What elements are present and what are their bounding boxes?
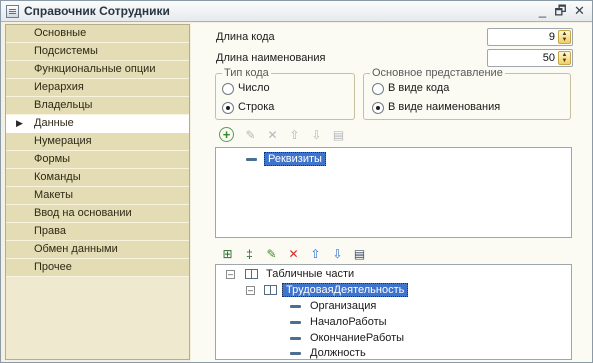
selected-arrow-icon: ▶ [16, 118, 23, 128]
move-down-icon[interactable]: ⇩ [308, 127, 325, 144]
sidebar-item-label: Макеты [34, 189, 74, 201]
tree-item-label: НачалоРаботы [310, 316, 387, 328]
attribute-icon [246, 158, 257, 161]
code-type-number-label[interactable]: Число [238, 82, 270, 94]
tree-item-label: Организация [310, 300, 377, 312]
sidebar-item-label: Права [34, 225, 66, 237]
data-settings-panel: Длина кода 9 ▲ ▼ Длина наименования 50 ▲ ▼… [191, 23, 592, 362]
spin-arrows-icon[interactable]: ▲ ▼ [558, 51, 571, 65]
add-icon[interactable]: + [219, 127, 234, 142]
code-type-string-radio[interactable] [222, 102, 234, 114]
title-bar: Справочник Сотрудники _ 🗗 ✕ [1, 1, 592, 22]
code-length-value: 9 [548, 31, 555, 43]
collapse-icon[interactable]: – [246, 286, 255, 295]
tree-item-labor-activity[interactable]: – ТрудоваяДеятельность [246, 283, 409, 299]
tree-item-label: Реквизиты [264, 152, 326, 166]
tabular-toolbar: ⊞ ‡ ✎ ✕ ⇧ ⇩ ▤ [219, 246, 419, 264]
tree-item-tabular-sections[interactable]: – Табличные части [226, 267, 354, 283]
code-type-number-radio[interactable] [222, 83, 234, 95]
sidebar-item-label: Нумерация [34, 135, 92, 147]
sidebar-item-subsystems[interactable]: Подсистемы [6, 43, 189, 61]
sort-icon[interactable]: ▤ [351, 246, 368, 263]
name-length-value: 50 [542, 52, 555, 64]
tree-item-label: Табличные части [266, 268, 355, 280]
sidebar-item-label: Прочее [34, 261, 72, 273]
attributes-toolbar: + ✎ ✕ ⇧ ⇩ ▤ [219, 127, 379, 145]
tree-item-column[interactable]: ОкончаниеРаботы [290, 331, 404, 347]
attribute-icon [290, 321, 301, 324]
tree-item-label: ТрудоваяДеятельность [282, 283, 409, 297]
collapse-icon[interactable]: – [226, 270, 235, 279]
code-length-field[interactable]: 9 ▲ ▼ [487, 28, 573, 46]
name-length-label: Длина наименования [216, 52, 326, 64]
sidebar-item-label: Формы [34, 153, 71, 165]
sidebar-item-data[interactable]: ▶ Данные [6, 115, 189, 133]
sidebar-item-label: Подсистемы [34, 45, 98, 57]
tree-item-column[interactable]: НачалоРаботы [290, 315, 387, 331]
edit-icon[interactable]: ✎ [263, 246, 280, 263]
code-length-label: Длина кода [216, 31, 275, 43]
sidebar-item-label: Основные [34, 27, 87, 39]
tree-item-column[interactable]: Организация [290, 299, 376, 315]
sidebar-item-rights[interactable]: Права [6, 223, 189, 241]
attribute-icon [290, 305, 301, 308]
sidebar-item-label: Ввод на основании [34, 207, 132, 219]
code-type-title: Тип кода [222, 67, 271, 79]
minimize-button[interactable]: _ [534, 3, 551, 19]
close-button[interactable]: ✕ [571, 3, 588, 19]
sort-icon[interactable]: ▤ [330, 127, 347, 144]
sidebar-item-input-based-on[interactable]: Ввод на основании [6, 205, 189, 223]
sidebar-item-commands[interactable]: Команды [6, 169, 189, 187]
sidebar-item-templates[interactable]: Макеты [6, 187, 189, 205]
sidebar-item-main[interactable]: Основные [6, 25, 189, 43]
sidebar-item-label: Обмен данными [34, 243, 118, 255]
delete-icon[interactable]: ✕ [285, 246, 302, 263]
main-presentation-title: Основное представление [370, 67, 505, 79]
present-as-name-label[interactable]: В виде наименования [388, 101, 500, 113]
move-up-icon[interactable]: ⇧ [286, 127, 303, 144]
edit-icon[interactable]: ✎ [242, 127, 259, 144]
tabular-sections-tree[interactable]: – Табличные части – ТрудоваяДеятельность… [215, 264, 572, 360]
tree-item-column[interactable]: Должность [290, 346, 366, 362]
attribute-icon [290, 337, 301, 340]
code-type-group: Тип кода Число Строка [215, 67, 355, 120]
catalog-window: Справочник Сотрудники _ 🗗 ✕ Основные Под… [0, 0, 593, 363]
tabular-section-icon [264, 285, 277, 295]
main-presentation-group: Основное представление В виде кода В вид… [363, 67, 571, 120]
sidebar-item-label: Иерархия [34, 81, 84, 93]
name-length-field[interactable]: 50 ▲ ▼ [487, 49, 573, 67]
sidebar-item-other[interactable]: Прочее [6, 259, 189, 277]
present-as-code-radio[interactable] [372, 83, 384, 95]
sidebar-nav: Основные Подсистемы Функциональные опции… [5, 24, 190, 360]
attribute-icon [290, 352, 301, 355]
sidebar-item-numbering[interactable]: Нумерация [6, 133, 189, 151]
tabular-section-icon [245, 269, 258, 279]
sidebar-item-label: Данные [34, 117, 74, 129]
sidebar-item-label: Команды [34, 171, 81, 183]
code-type-string-label[interactable]: Строка [238, 101, 274, 113]
sidebar-item-label: Функциональные опции [34, 63, 156, 75]
tree-item-label: ОкончаниеРаботы [310, 332, 405, 344]
sidebar-item-forms[interactable]: Формы [6, 151, 189, 169]
present-as-code-label[interactable]: В виде кода [388, 82, 449, 94]
spin-arrows-icon[interactable]: ▲ ▼ [558, 30, 571, 44]
sidebar-item-data-exchange[interactable]: Обмен данными [6, 241, 189, 259]
tree-item-label: Должность [310, 347, 366, 359]
window-title: Справочник Сотрудники [24, 4, 170, 18]
attributes-tree[interactable]: Реквизиты [215, 147, 572, 238]
present-as-name-radio[interactable] [372, 102, 384, 114]
sidebar-item-functional-options[interactable]: Функциональные опции [6, 61, 189, 79]
sidebar-item-label: Владельцы [34, 99, 93, 111]
sidebar-item-hierarchy[interactable]: Иерархия [6, 79, 189, 97]
add-attribute-icon[interactable]: ‡ [241, 246, 258, 263]
add-table-icon[interactable]: ⊞ [219, 246, 236, 263]
delete-icon[interactable]: ✕ [264, 127, 281, 144]
catalog-icon [6, 5, 19, 18]
move-down-icon[interactable]: ⇩ [329, 246, 346, 263]
sidebar-item-owners[interactable]: Владельцы [6, 97, 189, 115]
move-up-icon[interactable]: ⇧ [307, 246, 324, 263]
tree-item-attributes[interactable]: Реквизиты [246, 152, 326, 168]
restore-button[interactable]: 🗗 [552, 3, 569, 19]
